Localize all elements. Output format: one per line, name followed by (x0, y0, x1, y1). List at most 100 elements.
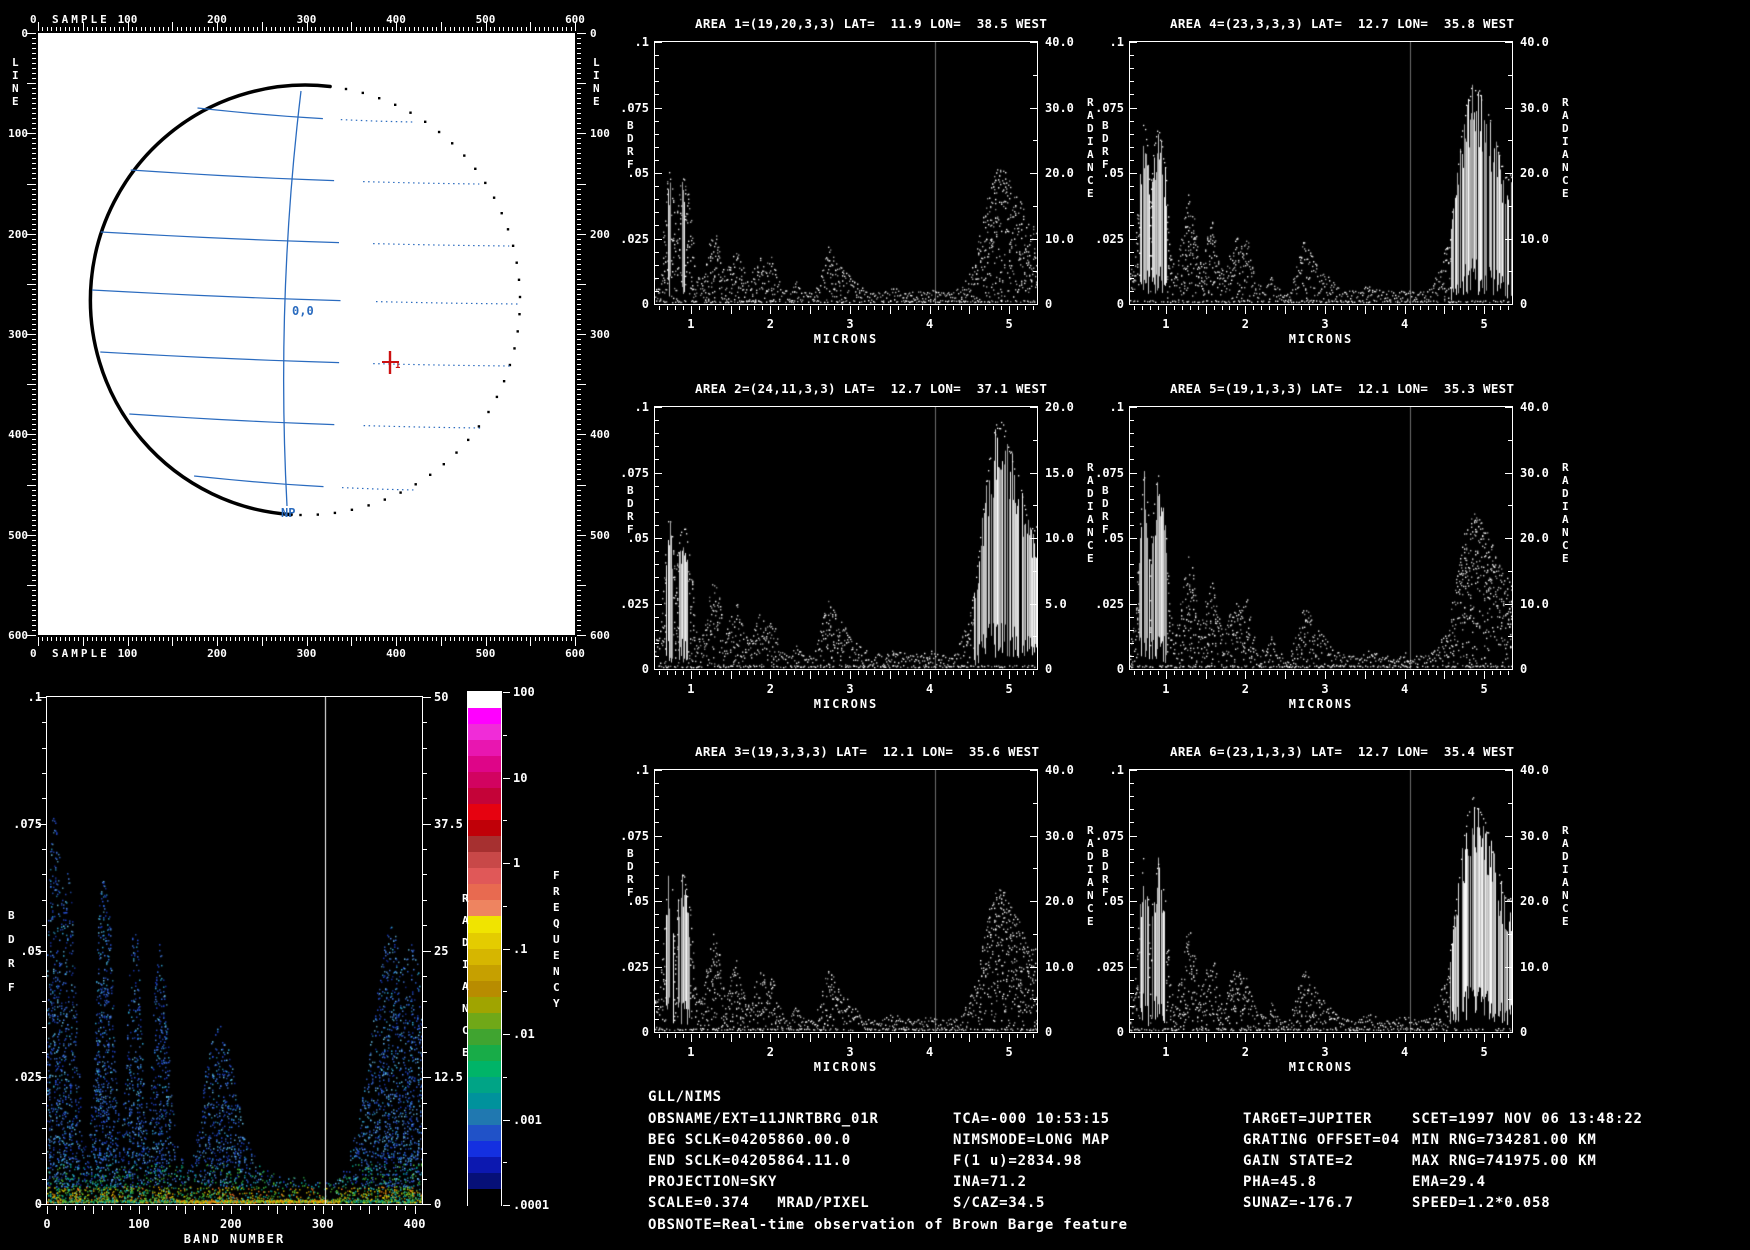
tick (1332, 671, 1334, 675)
area-bdrf-axis-title: B (627, 847, 634, 860)
tick (985, 306, 987, 310)
tick (423, 1026, 427, 1028)
tick (409, 27, 411, 31)
tick (1356, 671, 1358, 675)
colorbar-axis-title: N (553, 965, 560, 978)
tick (32, 599, 36, 601)
area-y-right-label: 20.0 (1045, 894, 1074, 908)
tick (1476, 1034, 1478, 1038)
area-bdrf-axis-title: D (627, 132, 634, 145)
tick (32, 273, 36, 275)
tick (577, 594, 581, 596)
tick (818, 306, 820, 310)
tick (577, 53, 581, 55)
info-line: GAIN STATE=2 (1243, 1153, 1354, 1169)
area-x-tick-label: 5 (1480, 1045, 1488, 1059)
planet-limb-dotted (394, 103, 397, 106)
tick (682, 671, 684, 675)
tick (423, 1153, 427, 1155)
tick (1500, 1034, 1502, 1038)
tick (1173, 306, 1175, 310)
tick (1404, 671, 1406, 679)
tick (577, 98, 581, 100)
tick (172, 637, 174, 646)
tick (1009, 1034, 1011, 1042)
sample-tick-label: 500 (475, 13, 496, 26)
tick (391, 637, 393, 641)
tick (32, 424, 36, 426)
tick (577, 399, 581, 401)
line-axis-title: L (593, 56, 600, 69)
area-bdrf-axis-title: D (627, 860, 634, 873)
area-x-tick-label: 2 (766, 682, 774, 696)
area-y-right-label: 40.0 (1045, 763, 1074, 777)
tick (494, 27, 496, 31)
tick (32, 198, 36, 200)
tick (109, 27, 111, 31)
tick (27, 584, 36, 586)
area-radiance-axis-title: A (1087, 474, 1094, 487)
tick (279, 27, 281, 31)
tick (1372, 306, 1374, 310)
tick (865, 1034, 867, 1038)
tick (32, 544, 36, 546)
tick (42, 874, 46, 876)
tick (32, 313, 36, 315)
hist-radiance-axis-title: E (462, 1046, 469, 1059)
area-radiance-axis-title: C (1087, 539, 1094, 552)
tick (577, 48, 581, 50)
area-5-title: AREA 5=(19,1,3,3) LAT= 12.1 LON= 35.3 WE… (1170, 381, 1515, 396)
latitude-line-dotted (340, 119, 413, 123)
tick (1356, 1034, 1358, 1038)
tick (423, 1204, 431, 1205)
tick (32, 268, 36, 270)
tick (423, 1127, 427, 1129)
tick (1444, 306, 1446, 314)
hist-y-left-label: .1 (27, 690, 42, 704)
area-x-tick-label: 1 (687, 317, 695, 331)
tick (577, 38, 581, 40)
tick (1468, 671, 1470, 675)
colorbar-segment (468, 804, 501, 821)
tick (185, 27, 187, 31)
tick (32, 494, 36, 496)
colorbar-segment (468, 820, 501, 837)
area-y-left-label: .1 (634, 400, 649, 414)
tick (360, 27, 362, 31)
tick (1468, 1034, 1470, 1038)
tick (32, 444, 36, 446)
info-line: TCA=-000 10:53:15 (953, 1111, 1110, 1127)
tick (1033, 306, 1035, 310)
tick (1001, 1034, 1003, 1038)
area-y-right-label: 10.0 (1520, 596, 1549, 611)
tick (42, 849, 46, 851)
line-axis-title: E (593, 95, 600, 108)
tick (1340, 1034, 1342, 1038)
area-y-right-label: 10.0 (1045, 531, 1074, 545)
tick (32, 278, 36, 280)
tick (51, 637, 53, 641)
tick (1261, 306, 1263, 310)
tick (42, 1102, 46, 1104)
tick (423, 925, 427, 927)
tick (131, 27, 133, 31)
tick (46, 637, 48, 641)
tick (32, 479, 36, 481)
tick (295, 1206, 297, 1210)
tick (1277, 1034, 1279, 1038)
colorbar-segment (468, 980, 501, 998)
tick (32, 514, 36, 516)
tick (1301, 306, 1303, 310)
tick (1165, 671, 1167, 679)
tick (1245, 1034, 1247, 1042)
tick (1001, 671, 1003, 675)
tick (557, 27, 559, 31)
tick (1213, 1034, 1215, 1038)
line-axis-origin: 0 (590, 27, 597, 40)
tick (1428, 1034, 1430, 1038)
tick (373, 27, 375, 31)
tick (577, 359, 581, 361)
area-radiance-axis-title: I (1087, 500, 1094, 513)
tick (577, 504, 581, 506)
tick (100, 27, 102, 31)
